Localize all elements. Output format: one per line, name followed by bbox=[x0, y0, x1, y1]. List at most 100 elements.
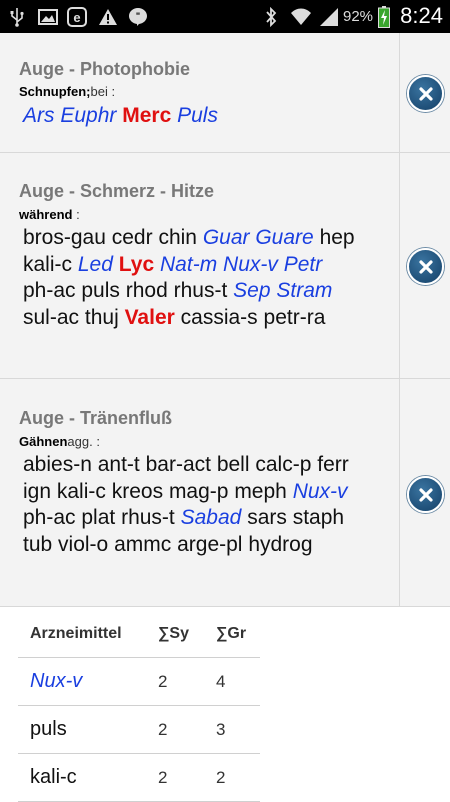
remedy-grade-1[interactable]: petr-ra bbox=[264, 306, 326, 329]
remedy-list: bros-gau cedr chin Guar Guare hep kali-c… bbox=[23, 225, 373, 331]
remedy-grade-1[interactable]: sul-ac bbox=[23, 306, 79, 329]
remove-rubric-button[interactable] bbox=[407, 75, 444, 112]
rubric-card: Auge - Tränenfluß Gähnenagg. : abies-n a… bbox=[0, 379, 450, 607]
rubric-title: Auge - Photophobie bbox=[19, 59, 190, 79]
column-header-grade-sum[interactable]: ∑Gr bbox=[216, 610, 246, 657]
modifier-keyword: während bbox=[19, 207, 73, 222]
remedy-grade-1[interactable]: bell bbox=[217, 453, 250, 476]
remedy-grade-2[interactable]: Euphr bbox=[60, 104, 116, 127]
remedy-grade-3[interactable]: Lyc bbox=[119, 253, 154, 276]
remedy-grade-2[interactable]: Nux-v bbox=[293, 480, 348, 503]
signal-icon bbox=[318, 0, 340, 33]
rubric-modifier: während : bbox=[19, 207, 80, 222]
svg-text:": " bbox=[136, 11, 140, 21]
rubric-card: Auge - Photophobie Schnupfen;bei : Ars E… bbox=[0, 33, 450, 153]
close-icon bbox=[418, 259, 433, 274]
rubric-modifier: Schnupfen;bei : bbox=[19, 84, 115, 99]
remedy-grade-1[interactable]: hep bbox=[320, 226, 355, 249]
rubric-title: Auge - Tränenfluß bbox=[19, 408, 172, 428]
battery-percent: 92% bbox=[343, 8, 374, 25]
remedy-grade-2[interactable]: Sep bbox=[233, 279, 270, 302]
remedy-name: kali-c bbox=[30, 766, 77, 788]
remedy-grade-1[interactable]: ammc bbox=[114, 533, 171, 556]
remedy-grade-3[interactable]: Valer bbox=[125, 306, 175, 329]
remove-rubric-button[interactable] bbox=[407, 248, 444, 285]
grade-sum: 2 bbox=[216, 767, 226, 787]
remedy-grade-1[interactable]: ign bbox=[23, 480, 51, 503]
close-icon bbox=[418, 86, 433, 101]
remedy-grade-1[interactable]: bar-act bbox=[146, 453, 211, 476]
modifier-keyword: Gähnen bbox=[19, 434, 68, 449]
symptom-sum: 2 bbox=[158, 671, 168, 691]
warning-icon bbox=[97, 0, 119, 33]
chat-icon: " bbox=[127, 0, 149, 33]
remedy-grade-1[interactable]: kali-c bbox=[23, 253, 72, 276]
rubric-title: Auge - Schmerz - Hitze bbox=[19, 181, 215, 201]
remedy-grade-2[interactable]: Nux-v bbox=[223, 253, 278, 276]
remedy-grade-1[interactable]: abies-n bbox=[23, 453, 92, 476]
remedy-grade-2[interactable]: Nat-m bbox=[160, 253, 217, 276]
remedy-grade-1[interactable]: plat bbox=[81, 506, 115, 529]
remedy-list: abies-n ant-t bar-act bell calc-p ferr i… bbox=[23, 452, 373, 558]
remedy-grade-1[interactable]: cassia-s bbox=[181, 306, 258, 329]
remedy-grade-3[interactable]: Merc bbox=[122, 104, 171, 127]
remedy-grade-1[interactable]: cedr bbox=[112, 226, 153, 249]
modifier-qualifier: agg. : bbox=[67, 434, 100, 449]
table-row[interactable]: kali-c 2 2 bbox=[18, 754, 260, 802]
results-table: Arzneimittel ∑Sy ∑Gr Nux-v 2 4 puls 2 3 … bbox=[18, 610, 260, 802]
bluetooth-icon bbox=[263, 0, 279, 33]
browser-icon: e bbox=[66, 0, 88, 33]
table-row[interactable]: puls 2 3 bbox=[18, 706, 260, 754]
remedy-grade-1[interactable]: ferr bbox=[317, 453, 349, 476]
remedy-list: Ars Euphr Merc Puls bbox=[23, 103, 373, 130]
remedy-grade-1[interactable]: kreos bbox=[112, 480, 163, 503]
clock: 8:24 bbox=[400, 3, 443, 28]
remedy-grade-1[interactable]: thuj bbox=[85, 306, 119, 329]
remedy-grade-2[interactable]: Ars bbox=[23, 104, 55, 127]
remedy-grade-2[interactable]: Sabad bbox=[181, 506, 242, 529]
remedy-grade-1[interactable]: tub bbox=[23, 533, 52, 556]
remedy-grade-1[interactable]: rhus-t bbox=[121, 506, 175, 529]
remedy-grade-2[interactable]: Guare bbox=[255, 226, 313, 249]
remedy-grade-1[interactable]: chin bbox=[158, 226, 197, 249]
remedy-grade-2[interactable]: Guar bbox=[203, 226, 250, 249]
grade-sum: 3 bbox=[216, 719, 226, 739]
remedy-grade-1[interactable]: ph-ac bbox=[23, 279, 76, 302]
table-row[interactable]: Nux-v 2 4 bbox=[18, 658, 260, 706]
table-header-row: Arzneimittel ∑Sy ∑Gr bbox=[18, 610, 260, 658]
remedy-grade-1[interactable]: hydrog bbox=[248, 533, 312, 556]
close-icon bbox=[418, 487, 433, 502]
remedy-grade-1[interactable]: rhus-t bbox=[174, 279, 228, 302]
remedy-grade-1[interactable]: kali-c bbox=[57, 480, 106, 503]
remedy-grade-1[interactable]: ph-ac bbox=[23, 506, 76, 529]
modifier-qualifier: bei : bbox=[90, 84, 116, 99]
card-divider bbox=[399, 153, 400, 378]
battery-icon bbox=[377, 0, 391, 33]
remedy-grade-1[interactable]: sars bbox=[247, 506, 287, 529]
remedy-grade-2[interactable]: Stram bbox=[276, 279, 332, 302]
card-divider bbox=[399, 379, 400, 606]
remedy-grade-2[interactable]: Led bbox=[78, 253, 113, 276]
remedy-grade-1[interactable]: viol-o bbox=[58, 533, 108, 556]
column-header-remedy[interactable]: Arzneimittel bbox=[30, 610, 122, 657]
remedy-grade-1[interactable]: bros-gau bbox=[23, 226, 106, 249]
remedy-grade-1[interactable]: mag-p bbox=[169, 480, 229, 503]
rubric-card: Auge - Schmerz - Hitze während : bros-ga… bbox=[0, 153, 450, 379]
symptom-sum: 2 bbox=[158, 719, 168, 739]
remedy-grade-2[interactable]: Puls bbox=[177, 104, 218, 127]
remedy-grade-1[interactable]: ant-t bbox=[98, 453, 140, 476]
remedy-grade-1[interactable]: rhod bbox=[126, 279, 168, 302]
remedy-grade-2[interactable]: Petr bbox=[284, 253, 323, 276]
remedy-grade-1[interactable]: calc-p bbox=[255, 453, 311, 476]
remove-rubric-button[interactable] bbox=[407, 476, 444, 513]
remedy-grade-1[interactable]: arge-pl bbox=[177, 533, 242, 556]
symptom-sum: 2 bbox=[158, 767, 168, 787]
wifi-icon bbox=[288, 0, 314, 33]
remedy-grade-1[interactable]: meph bbox=[234, 480, 287, 503]
status-bar: e " 92% 8:24 bbox=[0, 0, 450, 33]
remedy-grade-1[interactable]: puls bbox=[81, 279, 120, 302]
remedy-grade-1[interactable]: staph bbox=[293, 506, 344, 529]
grade-sum: 4 bbox=[216, 671, 226, 691]
column-header-symptom-sum[interactable]: ∑Sy bbox=[158, 610, 189, 657]
remedy-name: Nux-v bbox=[30, 670, 83, 692]
